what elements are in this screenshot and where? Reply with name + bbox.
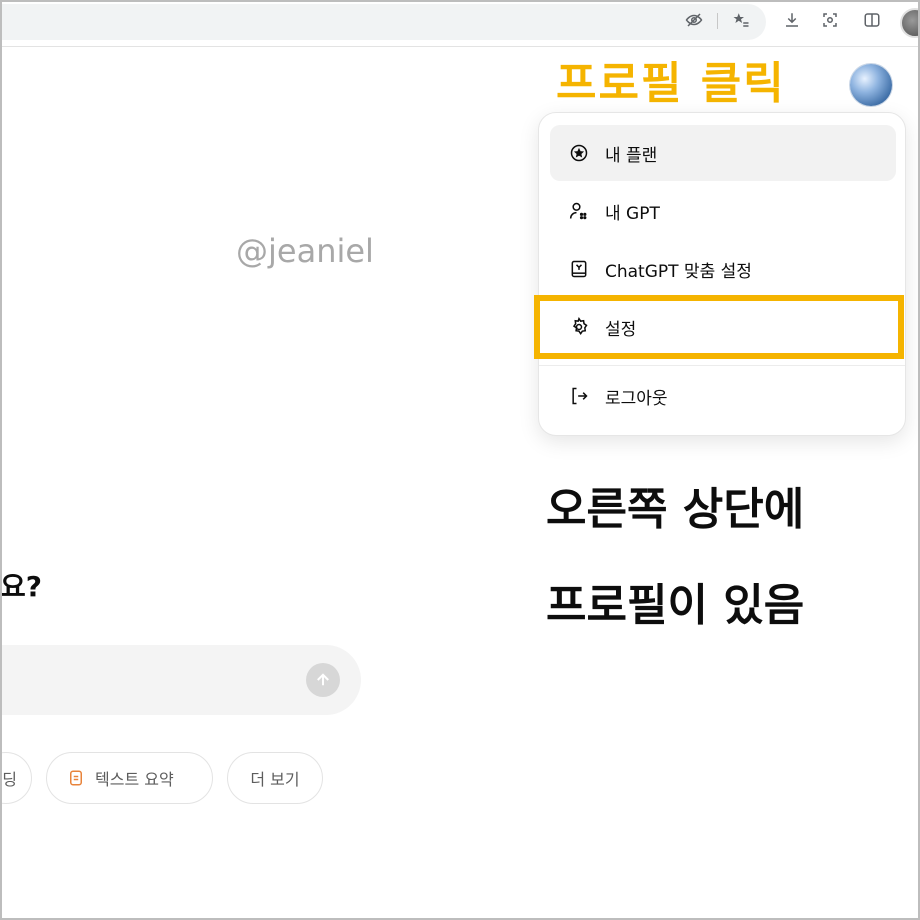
profile-dropdown-menu: 내 플랜 내 GPT ChatGPT 맞춤 설정 설정 로그아웃 xyxy=(538,112,906,436)
greeting-question: 요? xyxy=(0,570,43,603)
chip-label: 딩 xyxy=(2,770,17,789)
annotation-line2: 프로필이 있음 xyxy=(546,580,805,631)
chip-label: 텍스트 요약 xyxy=(95,770,174,789)
suggestion-chip-more[interactable]: 더 보기 xyxy=(227,752,323,804)
menu-item-logout[interactable]: 로그아웃 xyxy=(550,368,896,424)
download-icon[interactable] xyxy=(780,8,804,32)
toolbar-separator xyxy=(717,13,718,29)
menu-divider xyxy=(539,365,905,366)
menu-item-my-plan[interactable]: 내 플랜 xyxy=(550,125,896,181)
my-gpt-icon xyxy=(568,200,590,222)
menu-item-label: 로그아웃 xyxy=(605,388,668,409)
profile-avatar-button[interactable] xyxy=(850,64,892,106)
side-panel-icon[interactable] xyxy=(860,8,884,32)
bookmark-star-icon[interactable] xyxy=(729,8,753,32)
watermark: @jeaniel xyxy=(236,232,374,270)
eye-slash-icon[interactable] xyxy=(682,8,706,32)
document-icon xyxy=(67,769,85,787)
arrow-up-icon xyxy=(317,673,329,686)
menu-item-label: 내 플랜 xyxy=(605,145,658,166)
screenshot-icon[interactable] xyxy=(818,8,842,32)
customize-icon xyxy=(568,258,590,280)
suggestion-chip-coding[interactable]: 딩 xyxy=(0,752,32,804)
send-button[interactable] xyxy=(306,663,340,697)
annotation-line1: 오른쪽 상단에 xyxy=(546,484,805,535)
menu-item-customize-chatgpt[interactable]: ChatGPT 맞춤 설정 xyxy=(550,241,896,297)
menu-item-my-gpt[interactable]: 내 GPT xyxy=(550,183,896,239)
menu-item-label: 내 GPT xyxy=(605,203,660,224)
suggestion-chip-summarize[interactable]: 텍스트 요약 xyxy=(46,752,213,804)
browser-profile-avatar[interactable] xyxy=(900,8,920,38)
logout-icon xyxy=(568,385,590,407)
address-bar[interactable] xyxy=(0,4,766,40)
annotation-click-profile: 프로필 클릭 xyxy=(556,58,786,109)
menu-item-label: ChatGPT 맞춤 설정 xyxy=(605,261,752,282)
browser-toolbar xyxy=(0,0,920,47)
chip-label: 더 보기 xyxy=(250,770,300,789)
plan-icon xyxy=(568,142,590,164)
settings-highlight-box xyxy=(534,295,904,359)
